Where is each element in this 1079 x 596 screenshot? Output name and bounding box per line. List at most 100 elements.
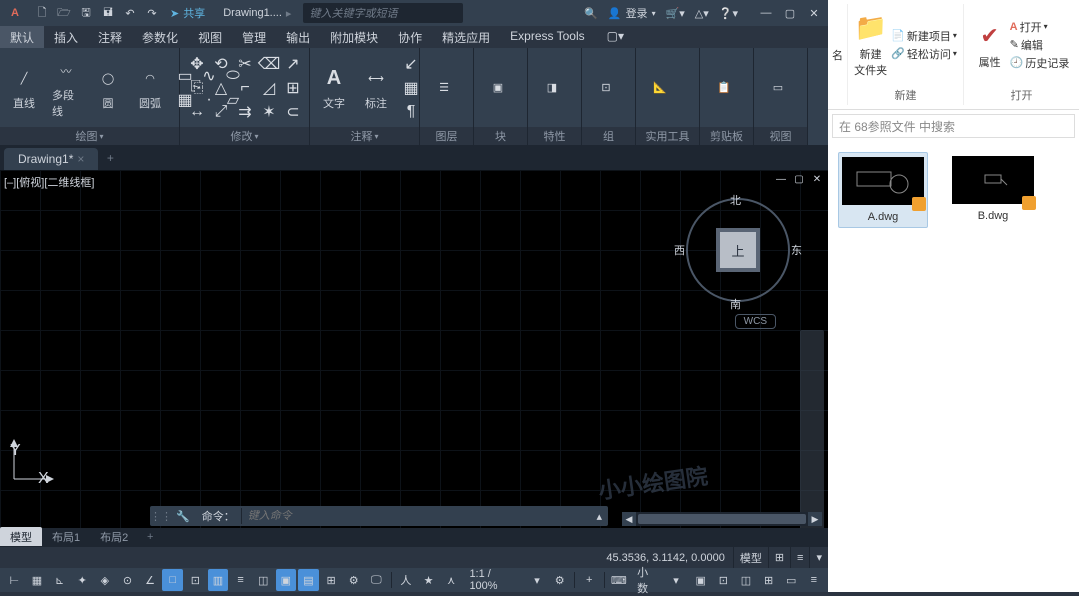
panel-annotate-title[interactable]: 注释: [310, 127, 419, 145]
tab-manage[interactable]: 管理: [232, 26, 276, 48]
view-cube[interactable]: 上 北 南 西 东: [678, 190, 798, 310]
login-button[interactable]: 👤 登录 ▾: [608, 5, 656, 21]
ucs-icon[interactable]: Y X: [10, 439, 54, 488]
annoscale2-icon[interactable]: ⊞: [321, 569, 342, 591]
3dosnap-icon[interactable]: ⊡: [185, 569, 206, 591]
command-line[interactable]: ⋮⋮ 🔧 命令： ▴: [150, 506, 608, 526]
view-label[interactable]: [–][俯视][二维线框]: [4, 174, 94, 190]
plus-icon[interactable]: +: [579, 569, 600, 591]
panel-clipboard-title[interactable]: 剪贴板: [700, 127, 753, 145]
panel-block-title[interactable]: 块: [474, 127, 527, 145]
explorer-search[interactable]: 在 68参照文件 中搜索: [832, 114, 1075, 138]
text-button[interactable]: A文字: [316, 63, 352, 113]
qp-icon[interactable]: ▣: [690, 569, 711, 591]
share-button[interactable]: ➤ 共享: [170, 5, 205, 21]
tab-express[interactable]: Express Tools: [500, 26, 594, 48]
panel-layer-title[interactable]: 图层: [420, 127, 473, 145]
compass-south[interactable]: 南: [730, 296, 741, 312]
annotation-icon[interactable]: 人: [396, 569, 417, 591]
grid-icon[interactable]: ▦: [27, 569, 48, 591]
line-button[interactable]: ╱直线: [6, 63, 42, 113]
new-item-button[interactable]: 📄新建项目▾: [891, 28, 957, 44]
scroll-left-icon[interactable]: ◀: [622, 512, 636, 526]
open-button[interactable]: A打开▾: [1010, 19, 1070, 35]
viewcube-top-face[interactable]: 上: [720, 232, 756, 268]
redo-icon[interactable]: ↷: [144, 5, 160, 21]
lock-icon[interactable]: ⊡: [713, 569, 734, 591]
cmdline-tool-icon[interactable]: 🔧: [170, 510, 196, 523]
maximize-button[interactable]: ▢: [782, 5, 798, 21]
panel-group-title[interactable]: 组: [582, 127, 635, 145]
file-tab-close-icon[interactable]: ×: [77, 152, 84, 166]
annotation2-icon[interactable]: ★: [418, 569, 439, 591]
scroll-thumb[interactable]: [638, 514, 806, 524]
drawing-area[interactable]: [–][俯视][二维线框] — ▢ ✕ 上 北 南 西 东 WCS 小小绘图院 …: [0, 170, 828, 546]
units-label[interactable]: 小数: [631, 564, 664, 596]
minimize-button[interactable]: —: [758, 5, 774, 21]
save-icon[interactable]: 🖫: [78, 5, 94, 21]
add-layout-button[interactable]: +: [138, 531, 162, 543]
polyline-button[interactable]: 〰多段线: [48, 55, 84, 121]
layout-2[interactable]: 布局2: [90, 527, 138, 546]
cart-icon[interactable]: 🛒▾: [666, 7, 685, 20]
monitor-icon[interactable]: 🖵: [366, 569, 387, 591]
docname-dropdown-icon[interactable]: ▸: [286, 7, 292, 20]
tab-view[interactable]: 视图: [188, 26, 232, 48]
lineweight-icon[interactable]: ≡: [230, 569, 251, 591]
properties-button[interactable]: ✔ 属性: [974, 20, 1006, 70]
leader-icon[interactable]: ↙: [400, 53, 422, 75]
cmdline-handle-icon[interactable]: ⋮⋮: [150, 510, 170, 523]
tab-default[interactable]: 默认: [0, 26, 44, 48]
isolate-icon[interactable]: ◫: [736, 569, 757, 591]
tracking-icon[interactable]: ∠: [140, 569, 161, 591]
osnap-icon[interactable]: ⊙: [117, 569, 138, 591]
hardware-icon[interactable]: ⊞: [758, 569, 779, 591]
undo-icon[interactable]: ↶: [122, 5, 138, 21]
tab-output[interactable]: 输出: [276, 26, 320, 48]
circle-button[interactable]: ◯圆: [90, 63, 126, 113]
cmdline-expand-icon[interactable]: ▴: [590, 510, 608, 523]
workspace-icon[interactable]: ⚙: [343, 569, 364, 591]
grid-toggle-icon[interactable]: ⊞: [768, 547, 790, 568]
dimension-button[interactable]: ⟷标注: [358, 63, 394, 113]
layout-model[interactable]: 模型: [0, 527, 42, 546]
viewport-min-icon[interactable]: —: [774, 172, 788, 186]
new-icon[interactable]: 🗋: [34, 5, 50, 21]
mirror-icon[interactable]: △: [210, 77, 232, 99]
annoscale-icon[interactable]: ▤: [298, 569, 319, 591]
horizontal-scrollbar[interactable]: ◀ ▶: [622, 512, 822, 526]
autodesk-icon[interactable]: △▾: [695, 7, 709, 20]
file-item[interactable]: B.dwg: [948, 152, 1038, 226]
compass-east[interactable]: 东: [791, 242, 802, 258]
help-icon[interactable]: ❔▾: [719, 7, 738, 20]
copy-icon[interactable]: ⎘: [186, 77, 208, 99]
app-logo[interactable]: A: [4, 2, 26, 24]
panel-draw-title[interactable]: 绘图: [0, 127, 179, 145]
tab-insert[interactable]: 插入: [44, 26, 88, 48]
erase-icon[interactable]: ⌫: [258, 53, 280, 75]
block-button[interactable]: ▣: [480, 72, 516, 104]
join-icon[interactable]: ⊂: [282, 101, 304, 123]
add-tab-button[interactable]: +: [98, 146, 122, 170]
scroll-right-icon[interactable]: ▶: [808, 512, 822, 526]
selection-cycling-icon[interactable]: ▣: [276, 569, 297, 591]
snap-icon[interactable]: ⊢: [4, 569, 25, 591]
wcs-badge[interactable]: WCS: [735, 314, 776, 329]
transparency-icon[interactable]: ◫: [253, 569, 274, 591]
utils-button[interactable]: 📐: [642, 72, 678, 104]
cmdline-input[interactable]: [242, 510, 591, 522]
extend-icon[interactable]: ↗: [282, 53, 304, 75]
fillet-icon[interactable]: ⌐: [234, 77, 256, 99]
keyboard-icon[interactable]: ⌨: [608, 569, 629, 591]
new-folder-button[interactable]: 📁 新建 文件夹: [854, 12, 887, 78]
easy-access-button[interactable]: 🔗轻松访问▾: [891, 46, 957, 62]
annotation3-icon[interactable]: ⋏: [441, 569, 462, 591]
osnap-toggle-icon[interactable]: □: [162, 569, 183, 591]
clean-icon[interactable]: ▭: [781, 569, 802, 591]
scale-icon[interactable]: ⤢: [210, 101, 232, 123]
viewport-max-icon[interactable]: ▢: [792, 172, 806, 186]
props-button[interactable]: ◨: [534, 72, 570, 104]
rotate-icon[interactable]: ⟲: [210, 53, 232, 75]
history-button[interactable]: 🕘历史记录: [1010, 55, 1070, 71]
status-list-icon[interactable]: ≡: [790, 547, 809, 568]
